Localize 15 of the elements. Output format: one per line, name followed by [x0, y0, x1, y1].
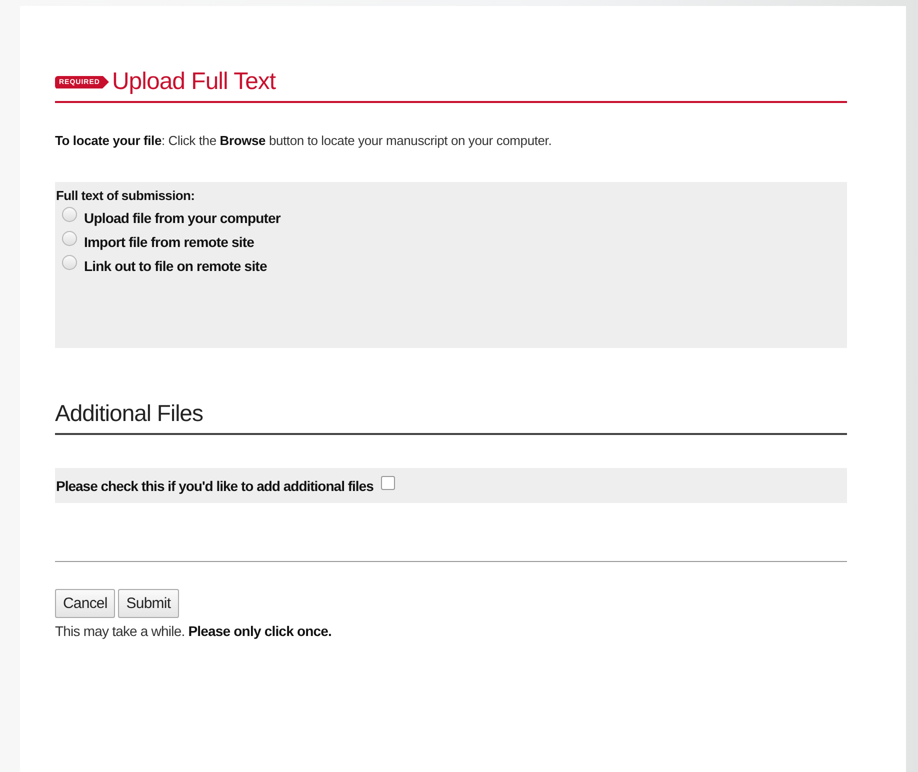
- radio-button[interactable]: [62, 231, 77, 246]
- cancel-button[interactable]: Cancel: [55, 589, 116, 618]
- radio-label[interactable]: Link out to file on remote site: [84, 258, 267, 274]
- instruction-text: To locate your file: Click the Browse button to locate your manuscript on your computer.: [55, 133, 553, 148]
- section-title: Additional Files: [55, 400, 847, 435]
- checkbox[interactable]: [381, 476, 396, 490]
- note-text: This may take a while. Please only click once.: [55, 623, 333, 639]
- checkbox-label: Please check this if you'd like to add additional files: [56, 478, 374, 494]
- radio-label[interactable]: Upload file from your computer: [84, 210, 280, 226]
- section-title: Upload Full Text: [112, 68, 276, 96]
- radio-button[interactable]: [62, 207, 77, 222]
- radio-label[interactable]: Import file from remote site: [84, 234, 254, 250]
- submit-button[interactable]: Submit: [118, 589, 179, 618]
- field-label: Full text of submission:: [56, 188, 196, 203]
- radio-button[interactable]: [62, 255, 77, 270]
